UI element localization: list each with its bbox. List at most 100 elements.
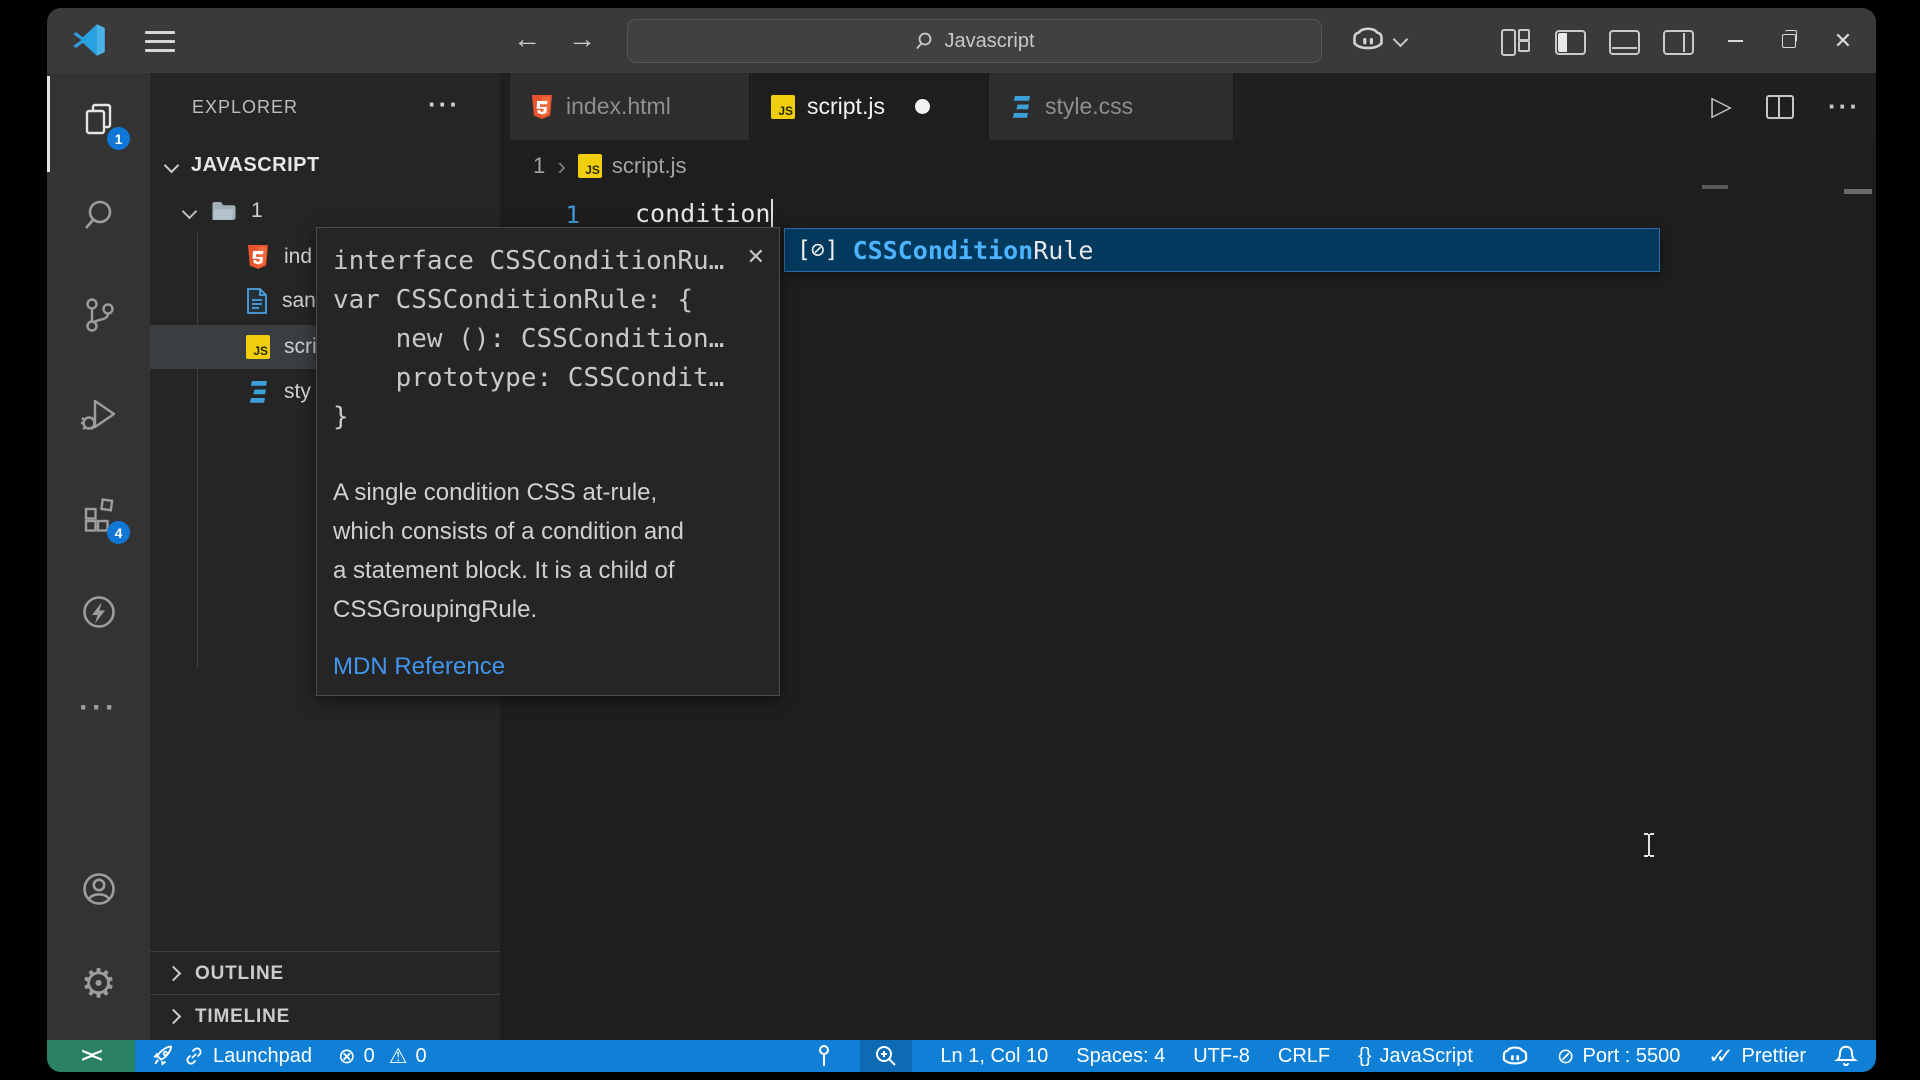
- editor-actions: ▷ ···: [1711, 73, 1860, 140]
- split-editor-icon[interactable]: [1766, 95, 1794, 119]
- settings-gear-icon[interactable]: ⚙: [47, 954, 150, 1014]
- back-button[interactable]: ←: [513, 21, 541, 57]
- tab-label: script.js: [807, 93, 885, 120]
- breadcrumb-separator: ›: [557, 151, 566, 182]
- warnings-count: 0: [416, 1045, 427, 1068]
- notifications-bell-icon[interactable]: [1834, 1044, 1858, 1068]
- html-file-icon: [246, 244, 270, 270]
- folder-name: 1: [251, 199, 263, 223]
- indentation-item[interactable]: Spaces: 4: [1076, 1045, 1165, 1068]
- braces-icon: {}: [1358, 1045, 1371, 1068]
- breadcrumb[interactable]: 1 › JS script.js: [500, 140, 1876, 192]
- file-name: san: [282, 289, 316, 313]
- scrollbar-slider[interactable]: [1844, 189, 1872, 194]
- html-file-icon: [530, 94, 554, 120]
- folder-icon: [211, 201, 237, 222]
- minimize-button[interactable]: [1720, 26, 1750, 56]
- close-icon[interactable]: ✕: [747, 244, 765, 270]
- command-center-search[interactable]: Javascript: [627, 19, 1322, 63]
- title-bar: ← → Javascript ✕: [47, 8, 1876, 74]
- breadcrumb-folder[interactable]: 1: [533, 153, 545, 179]
- suggest-widget[interactable]: [⊘] CSSCondition Rule: [784, 228, 1660, 272]
- tab-bar: index.html JS script.js style.css ▷ ···: [500, 73, 1876, 140]
- chevron-down-icon: [164, 157, 180, 173]
- activity-bar: 1 4 ··· ⚙: [47, 73, 150, 1040]
- forward-button[interactable]: →: [568, 21, 596, 57]
- more-views-icon[interactable]: ···: [47, 678, 150, 738]
- prettier-item[interactable]: ✓✓ Prettier: [1708, 1044, 1806, 1069]
- extensions-badge: 4: [107, 521, 130, 544]
- toggle-sidebar-icon[interactable]: [1555, 30, 1586, 55]
- sidebar-item-source-control[interactable]: [47, 285, 150, 345]
- mdn-reference-link[interactable]: MDN Reference: [317, 629, 779, 681]
- file-name: scri: [284, 335, 317, 359]
- menu-icon[interactable]: [145, 31, 175, 58]
- eol-item[interactable]: CRLF: [1278, 1045, 1330, 1068]
- line-number: 1: [500, 201, 580, 229]
- hover-code-line: interface CSSConditionRu…: [333, 242, 763, 281]
- overview-ruler-mark: [1702, 185, 1728, 189]
- restore-button[interactable]: [1774, 26, 1804, 56]
- file-name: sty: [284, 380, 311, 404]
- hover-code-block: interface CSSConditionRu… var CSSConditi…: [317, 228, 779, 437]
- tab-label: style.css: [1045, 93, 1133, 120]
- chevron-right-icon: [166, 966, 182, 982]
- status-bar: >< Launchpad ⊗ 0 ⚠ 0: [47, 1040, 1876, 1072]
- timeline-section[interactable]: TIMELINE: [150, 994, 500, 1038]
- hover-code-line: var CSSConditionRule: {: [333, 281, 763, 320]
- js-file-icon: JS: [246, 335, 270, 359]
- modified-dot-icon[interactable]: [915, 99, 930, 114]
- search-label: Javascript: [944, 30, 1034, 53]
- vscode-logo-icon: [71, 22, 107, 63]
- language-mode-item[interactable]: {} JavaScript: [1358, 1045, 1473, 1068]
- workspace-section-javascript[interactable]: JAVASCRIPT: [150, 147, 500, 183]
- js-file-icon: JS: [771, 95, 795, 119]
- breadcrumb-file[interactable]: script.js: [612, 153, 687, 179]
- run-button[interactable]: ▷: [1711, 91, 1732, 122]
- toggle-panel-icon[interactable]: [1609, 30, 1640, 55]
- link-icon: [183, 1045, 205, 1067]
- sidebar-item-lightning[interactable]: [47, 582, 150, 642]
- customize-layout-icon[interactable]: [1501, 29, 1530, 52]
- remote-indicator[interactable]: ><: [47, 1040, 135, 1072]
- port-item[interactable]: ⊘ Port : 5500: [1557, 1044, 1680, 1069]
- suggestion-rest-text: Rule: [1033, 236, 1093, 265]
- problems-item[interactable]: ⊗ 0 ⚠ 0: [338, 1044, 427, 1069]
- editor-more-actions-icon[interactable]: ···: [1828, 91, 1860, 122]
- copilot-status-icon[interactable]: [1501, 1044, 1529, 1068]
- outline-section[interactable]: OUTLINE: [150, 951, 500, 995]
- explorer-badge: 1: [107, 127, 130, 150]
- toggle-secondary-sidebar-icon[interactable]: [1663, 30, 1694, 55]
- account-icon[interactable]: [47, 859, 150, 919]
- sidebar-item-run-debug[interactable]: [47, 385, 150, 445]
- search-icon: [914, 31, 934, 51]
- file-icon: [246, 288, 268, 314]
- hover-code-line: new (): CSSCondition…: [333, 320, 763, 359]
- double-check-icon: ✓✓: [1708, 1044, 1723, 1069]
- file-name: ind: [284, 245, 312, 269]
- hover-code-line: }: [333, 398, 763, 437]
- sidebar-item-explorer[interactable]: 1: [47, 90, 150, 150]
- zoom-in-icon[interactable]: [860, 1040, 912, 1072]
- sidebar-item-extensions[interactable]: 4: [47, 484, 150, 544]
- sidebar-title: EXPLORER: [192, 97, 298, 118]
- suggest-details-popup: ✕ interface CSSConditionRu… var CSSCondi…: [316, 227, 780, 696]
- launchpad-item[interactable]: Launchpad: [151, 1044, 312, 1068]
- tab-index-html[interactable]: index.html: [510, 73, 750, 140]
- sidebar-item-search[interactable]: [47, 186, 150, 246]
- rocket-icon: [151, 1044, 175, 1068]
- vscode-window: ← → Javascript ✕ 1: [47, 8, 1876, 1072]
- sidebar-actions-icon[interactable]: ···: [428, 89, 460, 120]
- close-button[interactable]: ✕: [1828, 26, 1858, 56]
- copilot-icon[interactable]: [1351, 25, 1385, 60]
- suggestion-kind-icon: [⊘]: [797, 237, 839, 263]
- cursor-position-item[interactable]: Ln 1, Col 10: [940, 1045, 1048, 1068]
- sidebar-header: EXPLORER ···: [150, 95, 500, 125]
- encoding-item[interactable]: UTF-8: [1193, 1045, 1250, 1068]
- tab-script-js[interactable]: JS script.js: [751, 73, 988, 140]
- screencast-icon[interactable]: [816, 1043, 832, 1069]
- errors-count: 0: [364, 1045, 375, 1068]
- suggestion-match-text: CSSCondition: [853, 236, 1034, 265]
- copilot-chevron-down-icon[interactable]: [1393, 32, 1409, 48]
- tab-style-css[interactable]: style.css: [989, 73, 1234, 140]
